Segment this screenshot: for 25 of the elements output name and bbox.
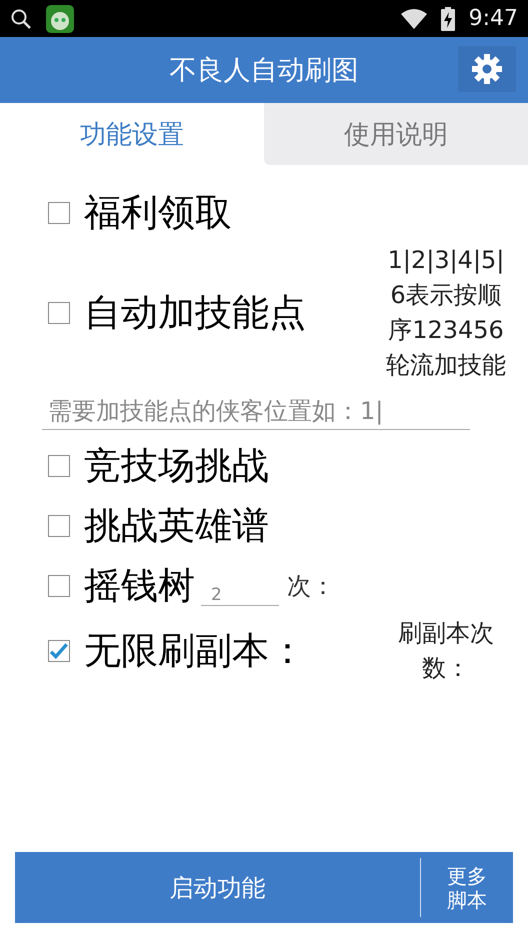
option-label: 自动加技能点 (84, 290, 306, 336)
checkbox[interactable] (48, 515, 70, 537)
battery-icon (440, 6, 455, 30)
wifi-icon (400, 8, 427, 28)
option-note: 1|2|3|4|5|6表示按顺序123456轮流加技能 (385, 245, 507, 381)
option-label: 竞技场挑战 (84, 443, 269, 489)
app-icon (46, 4, 74, 32)
clock-time: 9:47 (468, 6, 518, 31)
option-label: 福利领取 (84, 190, 232, 236)
count-field[interactable]: 2 (201, 584, 279, 606)
option-label: 挑战英雄谱 (84, 503, 269, 549)
checkbox[interactable] (48, 202, 70, 224)
app-title: 不良人自动刷图 (168, 54, 360, 88)
checkbox[interactable] (48, 640, 70, 662)
checkbox[interactable] (48, 575, 70, 597)
checkbox[interactable] (48, 455, 70, 477)
tab[interactable]: 使用说明 (264, 103, 528, 165)
settings-button[interactable] (458, 46, 516, 92)
option-label: 摇钱树 (84, 563, 195, 609)
settings-icon (471, 53, 503, 85)
option-label: 无限刷副本： (84, 628, 306, 674)
count-suffix: 次： (287, 571, 335, 602)
option-note: 刷副本次数： (397, 618, 495, 684)
checkbox[interactable] (48, 302, 70, 324)
search-icon (10, 8, 32, 30)
